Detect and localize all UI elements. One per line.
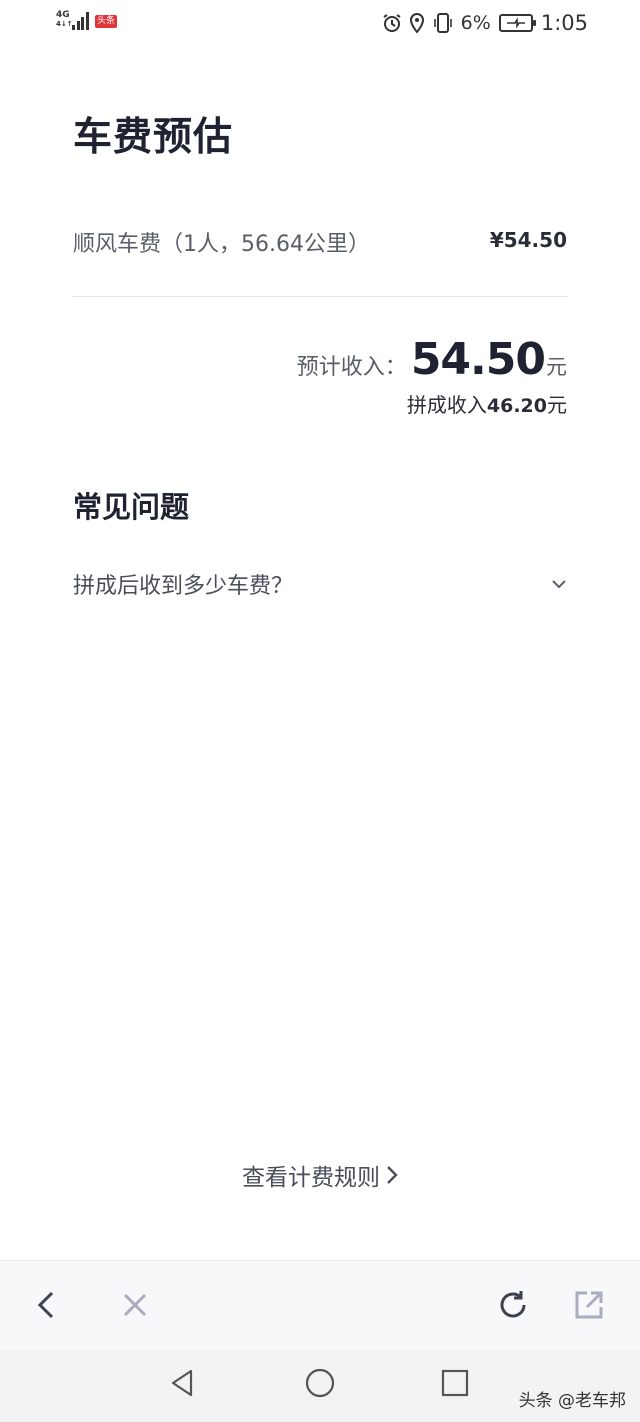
share-icon[interactable] <box>571 1287 607 1323</box>
browser-toolbar <box>0 1260 640 1350</box>
pool-label: 拼成收入 <box>406 393 487 417</box>
refresh-icon[interactable] <box>495 1287 531 1323</box>
vibrate-icon <box>432 13 454 33</box>
expected-income: 预计收入： 54.50 元 <box>297 334 567 385</box>
signal-icon <box>72 11 90 30</box>
pool-unit: 元 <box>547 393 567 417</box>
network-activity: 4↓↑ <box>56 20 73 28</box>
back-icon[interactable] <box>28 1287 64 1323</box>
alarm-icon <box>382 13 402 33</box>
rules-link-label: 查看计费规则 <box>242 1165 380 1191</box>
watermark: 头条 @老车邦 <box>518 1391 626 1411</box>
faq-question: 拼成后收到多少车费？ <box>73 574 294 599</box>
chevron-down-icon <box>552 580 566 589</box>
close-icon[interactable] <box>117 1287 153 1323</box>
faq-item[interactable]: 拼成后收到多少车费？ <box>73 566 567 606</box>
status-time: 1:05 <box>540 11 588 35</box>
fare-label: 顺风车费（1人，56.64公里） <box>73 232 370 257</box>
network-type: 4G <box>56 10 70 20</box>
faq-title: 常见问题 <box>73 490 190 524</box>
location-icon <box>409 13 425 33</box>
chevron-right-icon <box>387 1166 398 1184</box>
status-bar: 4G 4↓↑ 头条 6% 1:05 <box>0 0 640 46</box>
nav-back-icon[interactable] <box>166 1366 200 1400</box>
page-title: 车费预估 <box>73 115 234 160</box>
battery-percent: 6% <box>460 12 491 34</box>
income-value: 54.50 <box>410 334 546 385</box>
fare-estimate-page: 4G 4↓↑ 头条 6% 1:05 车费预估 顺风车费（1人，56.64公里） … <box>0 0 640 1422</box>
income-label: 预计收入： <box>296 355 407 380</box>
view-fee-rules-link[interactable]: 查看计费规则 <box>0 1158 640 1192</box>
nav-home-icon[interactable] <box>303 1366 337 1400</box>
status-right: 6% 1:05 <box>382 11 588 35</box>
network-indicator: 4G 4↓↑ <box>56 10 73 29</box>
status-left: 4G 4↓↑ 头条 <box>56 10 118 30</box>
divider <box>73 296 567 297</box>
income-unit: 元 <box>546 355 567 379</box>
pool-value: 46.20 <box>486 395 547 417</box>
app-notification-badge: 头条 <box>95 15 118 28</box>
nav-recents-icon[interactable] <box>438 1366 472 1400</box>
fare-amount: ¥54.50 <box>489 228 567 252</box>
fare-row: 顺风车费（1人，56.64公里） ¥54.50 <box>73 226 567 258</box>
battery-charging-icon <box>498 14 536 32</box>
pooled-income: 拼成收入 46.20 元 <box>407 389 567 418</box>
